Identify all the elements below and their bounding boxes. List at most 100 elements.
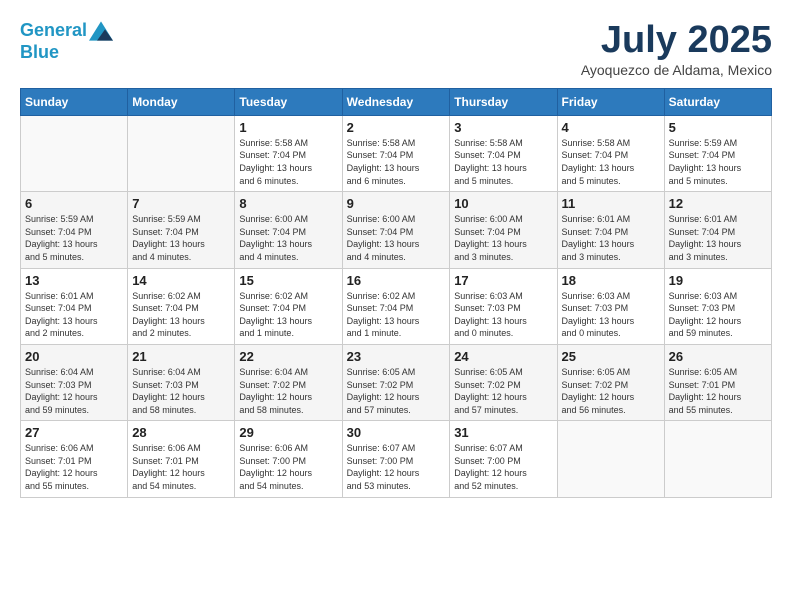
day-info: Sunrise: 6:06 AM Sunset: 7:01 PM Dayligh… — [25, 442, 123, 492]
day-number: 22 — [239, 349, 337, 364]
day-number: 11 — [562, 196, 660, 211]
day-number: 18 — [562, 273, 660, 288]
calendar-day-cell: 17Sunrise: 6:03 AM Sunset: 7:03 PM Dayli… — [450, 268, 557, 344]
day-number: 14 — [132, 273, 230, 288]
day-info: Sunrise: 6:05 AM Sunset: 7:02 PM Dayligh… — [454, 366, 552, 416]
day-info: Sunrise: 6:00 AM Sunset: 7:04 PM Dayligh… — [239, 213, 337, 263]
logo-text: General — [20, 20, 87, 42]
day-number: 9 — [347, 196, 446, 211]
calendar-day-cell: 13 Sunrise: 6:01 AM Sunset: 7:04 PM Dayli… — [21, 268, 128, 344]
calendar-week-row: 6 Sunrise: 5:59 AM Sunset: 7:04 PM Daylig… — [21, 192, 772, 268]
day-number: 5 — [669, 120, 767, 135]
day-number: 21 — [132, 349, 230, 364]
weekday-sunday: Sunday — [21, 88, 128, 115]
day-info: Sunrise: 6:03 AM Sunset: 7:03 PM Dayligh… — [669, 290, 767, 340]
day-number: 29 — [239, 425, 337, 440]
day-info: Sunrise: 6:02 AM Sunset: 7:04 PM Dayligh… — [132, 290, 230, 340]
day-info: Sunrise: 6:05 AM Sunset: 7:02 PM Dayligh… — [562, 366, 660, 416]
calendar-day-cell: 26Sunrise: 6:05 AM Sunset: 7:01 PM Dayli… — [664, 344, 771, 420]
calendar-day-cell: 28Sunrise: 6:06 AM Sunset: 7:01 PM Dayli… — [128, 421, 235, 497]
weekday-saturday: Saturday — [664, 88, 771, 115]
calendar-body: 1 Sunrise: 5:58 AM Sunset: 7:04 PM Daylig… — [21, 115, 772, 497]
calendar-day-cell: 6 Sunrise: 5:59 AM Sunset: 7:04 PM Daylig… — [21, 192, 128, 268]
day-number: 10 — [454, 196, 552, 211]
calendar-day-cell: 8 Sunrise: 6:00 AM Sunset: 7:04 PM Daylig… — [235, 192, 342, 268]
day-info: Sunrise: 6:02 AM Sunset: 7:04 PM Dayligh… — [347, 290, 446, 340]
day-info: Sunrise: 5:58 AM Sunset: 7:04 PM Dayligh… — [239, 137, 337, 187]
month-title: July 2025 — [581, 20, 772, 62]
day-info: Sunrise: 6:00 AM Sunset: 7:04 PM Dayligh… — [454, 213, 552, 263]
calendar-day-cell: 3 Sunrise: 5:58 AM Sunset: 7:04 PM Daylig… — [450, 115, 557, 191]
day-info: Sunrise: 6:01 AM Sunset: 7:04 PM Dayligh… — [25, 290, 123, 340]
day-number: 1 — [239, 120, 337, 135]
calendar-day-cell: 5 Sunrise: 5:59 AM Sunset: 7:04 PM Daylig… — [664, 115, 771, 191]
day-info: Sunrise: 6:03 AM Sunset: 7:03 PM Dayligh… — [562, 290, 660, 340]
calendar-week-row: 27 Sunrise: 6:06 AM Sunset: 7:01 PM Dayli… — [21, 421, 772, 497]
day-info: Sunrise: 5:58 AM Sunset: 7:04 PM Dayligh… — [454, 137, 552, 187]
day-number: 12 — [669, 196, 767, 211]
day-info: Sunrise: 5:59 AM Sunset: 7:04 PM Dayligh… — [25, 213, 123, 263]
day-info: Sunrise: 6:02 AM Sunset: 7:04 PM Dayligh… — [239, 290, 337, 340]
day-number: 8 — [239, 196, 337, 211]
logo-icon — [89, 21, 113, 41]
calendar-day-cell: 27 Sunrise: 6:06 AM Sunset: 7:01 PM Dayli… — [21, 421, 128, 497]
day-number: 3 — [454, 120, 552, 135]
weekday-row: SundayMondayTuesdayWednesdayThursdayFrid… — [21, 88, 772, 115]
logo-general: General — [20, 20, 87, 40]
day-info: Sunrise: 6:04 AM Sunset: 7:03 PM Dayligh… — [25, 366, 123, 416]
calendar-week-row: 20 Sunrise: 6:04 AM Sunset: 7:03 PM Dayli… — [21, 344, 772, 420]
day-info: Sunrise: 6:01 AM Sunset: 7:04 PM Dayligh… — [562, 213, 660, 263]
calendar-day-cell — [21, 115, 128, 191]
day-number: 13 — [25, 273, 123, 288]
day-info: Sunrise: 6:07 AM Sunset: 7:00 PM Dayligh… — [454, 442, 552, 492]
day-number: 6 — [25, 196, 123, 211]
day-info: Sunrise: 6:03 AM Sunset: 7:03 PM Dayligh… — [454, 290, 552, 340]
calendar-day-cell: 4 Sunrise: 5:58 AM Sunset: 7:04 PM Daylig… — [557, 115, 664, 191]
calendar-day-cell: 29Sunrise: 6:06 AM Sunset: 7:00 PM Dayli… — [235, 421, 342, 497]
logo: General Blue — [20, 20, 113, 63]
calendar-day-cell: 24 Sunrise: 6:05 AM Sunset: 7:02 PM Dayli… — [450, 344, 557, 420]
calendar-table: SundayMondayTuesdayWednesdayThursdayFrid… — [20, 88, 772, 498]
calendar-day-cell: 23Sunrise: 6:05 AM Sunset: 7:02 PM Dayli… — [342, 344, 450, 420]
day-number: 31 — [454, 425, 552, 440]
day-info: Sunrise: 5:58 AM Sunset: 7:04 PM Dayligh… — [562, 137, 660, 187]
calendar-day-cell: 31 Sunrise: 6:07 AM Sunset: 7:00 PM Dayli… — [450, 421, 557, 497]
day-info: Sunrise: 6:01 AM Sunset: 7:04 PM Dayligh… — [669, 213, 767, 263]
page-header: General Blue July 2025 Ayoquezco de Alda… — [20, 20, 772, 78]
day-info: Sunrise: 6:00 AM Sunset: 7:04 PM Dayligh… — [347, 213, 446, 263]
weekday-wednesday: Wednesday — [342, 88, 450, 115]
calendar-day-cell: 30Sunrise: 6:07 AM Sunset: 7:00 PM Dayli… — [342, 421, 450, 497]
calendar-day-cell: 20 Sunrise: 6:04 AM Sunset: 7:03 PM Dayli… — [21, 344, 128, 420]
day-number: 20 — [25, 349, 123, 364]
day-number: 25 — [562, 349, 660, 364]
day-number: 16 — [347, 273, 446, 288]
calendar-day-cell: 9 Sunrise: 6:00 AM Sunset: 7:04 PM Daylig… — [342, 192, 450, 268]
calendar-day-cell: 25 Sunrise: 6:05 AM Sunset: 7:02 PM Dayli… — [557, 344, 664, 420]
calendar-week-row: 1 Sunrise: 5:58 AM Sunset: 7:04 PM Daylig… — [21, 115, 772, 191]
weekday-friday: Friday — [557, 88, 664, 115]
day-info: Sunrise: 5:59 AM Sunset: 7:04 PM Dayligh… — [132, 213, 230, 263]
day-info: Sunrise: 6:07 AM Sunset: 7:00 PM Dayligh… — [347, 442, 446, 492]
day-info: Sunrise: 6:04 AM Sunset: 7:02 PM Dayligh… — [239, 366, 337, 416]
calendar-day-cell — [664, 421, 771, 497]
weekday-monday: Monday — [128, 88, 235, 115]
day-number: 4 — [562, 120, 660, 135]
day-info: Sunrise: 5:59 AM Sunset: 7:04 PM Dayligh… — [669, 137, 767, 187]
calendar-day-cell: 2Sunrise: 5:58 AM Sunset: 7:04 PM Daylig… — [342, 115, 450, 191]
day-number: 24 — [454, 349, 552, 364]
calendar-day-cell: 18 Sunrise: 6:03 AM Sunset: 7:03 PM Dayli… — [557, 268, 664, 344]
weekday-thursday: Thursday — [450, 88, 557, 115]
calendar-day-cell: 19 Sunrise: 6:03 AM Sunset: 7:03 PM Dayli… — [664, 268, 771, 344]
title-section: July 2025 Ayoquezco de Aldama, Mexico — [581, 20, 772, 78]
calendar-header: SundayMondayTuesdayWednesdayThursdayFrid… — [21, 88, 772, 115]
calendar-day-cell: 15Sunrise: 6:02 AM Sunset: 7:04 PM Dayli… — [235, 268, 342, 344]
calendar-day-cell: 22 Sunrise: 6:04 AM Sunset: 7:02 PM Dayli… — [235, 344, 342, 420]
day-number: 27 — [25, 425, 123, 440]
calendar-day-cell: 12 Sunrise: 6:01 AM Sunset: 7:04 PM Dayli… — [664, 192, 771, 268]
day-info: Sunrise: 5:58 AM Sunset: 7:04 PM Dayligh… — [347, 137, 446, 187]
calendar-day-cell: 7 Sunrise: 5:59 AM Sunset: 7:04 PM Daylig… — [128, 192, 235, 268]
day-number: 7 — [132, 196, 230, 211]
day-number: 19 — [669, 273, 767, 288]
day-info: Sunrise: 6:05 AM Sunset: 7:01 PM Dayligh… — [669, 366, 767, 416]
day-number: 28 — [132, 425, 230, 440]
